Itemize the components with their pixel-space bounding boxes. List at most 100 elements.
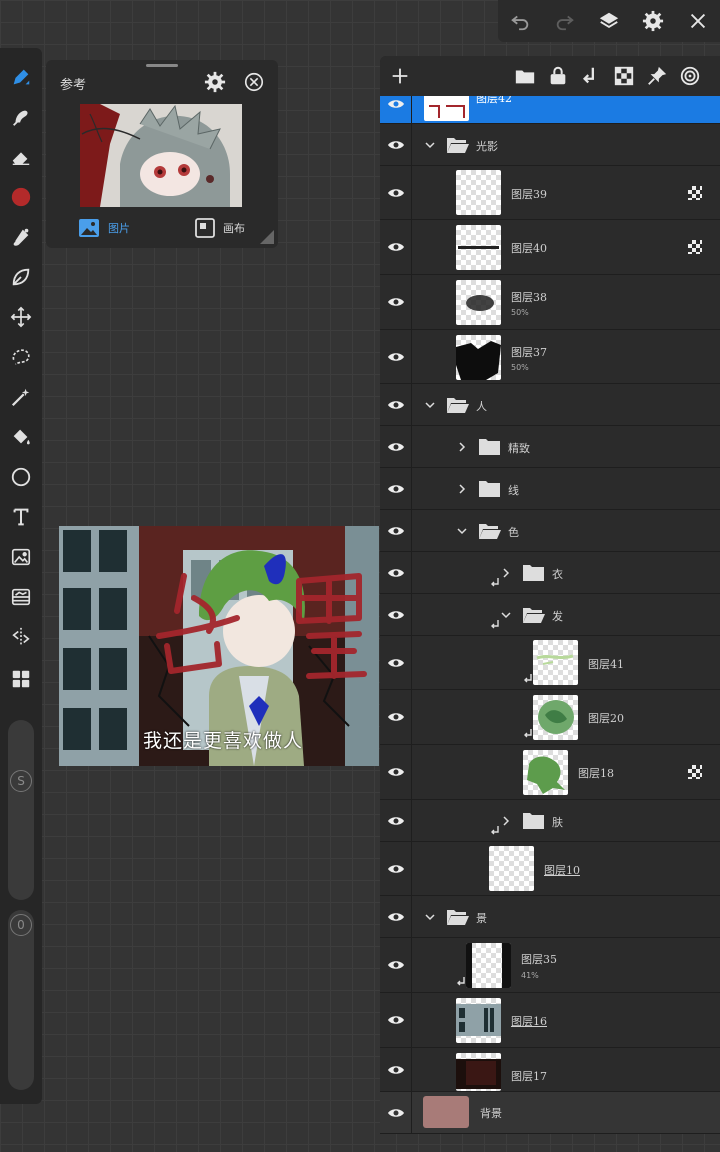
layer-row[interactable]: 图层35 41% [380,938,720,993]
layer-group-row[interactable]: 人 [380,384,720,426]
background-layer-row[interactable]: 背景 [380,1092,720,1134]
visibility-eye-icon[interactable] [380,896,412,937]
resize-handle-icon[interactable] [260,230,274,244]
clipping-arrow-icon [491,578,499,587]
visibility-eye-icon[interactable] [380,636,412,689]
layer-thumbnail [466,943,511,988]
chevron-down-icon[interactable] [424,399,436,411]
visibility-eye-icon[interactable] [380,842,412,895]
visibility-eye-icon[interactable] [380,468,412,509]
layer-row[interactable]: 图层38 50% [380,275,720,330]
shape-circle-icon[interactable] [6,462,36,492]
brush-tool-icon[interactable] [6,222,36,252]
lasso-tool-icon[interactable] [6,342,36,372]
layer-row[interactable]: 图层40 [380,220,720,275]
layer-row[interactable]: 图层16 [380,993,720,1048]
move-tool-icon[interactable] [6,302,36,332]
grid-icon[interactable] [6,664,36,694]
chevron-right-icon[interactable] [456,483,468,495]
close-icon[interactable] [683,6,713,36]
adjust-icon[interactable] [6,582,36,612]
visibility-eye-icon[interactable] [380,1048,412,1091]
alpha-lock-badge-icon [688,186,702,200]
visibility-eye-icon[interactable] [380,800,412,841]
visibility-eye-icon[interactable] [380,166,412,219]
text-tool-icon[interactable] [6,502,36,532]
layer-row[interactable]: 图层39 [380,166,720,220]
layers-icon[interactable] [594,6,624,36]
visibility-eye-icon[interactable] [380,330,412,383]
visibility-eye-icon[interactable] [380,124,412,165]
gear-icon[interactable] [638,6,668,36]
reference-settings-icon[interactable] [204,71,226,93]
opacity-knob[interactable]: 0 [10,914,32,936]
symmetry-icon[interactable] [6,622,36,652]
undo-icon[interactable] [505,6,535,36]
tab-image[interactable]: 图片 [46,208,162,248]
fill-tool-icon[interactable] [6,422,36,452]
magic-wand-icon[interactable] [6,382,36,412]
folder-icon[interactable] [514,65,536,87]
layer-group-row[interactable]: 肤 [380,800,720,842]
layer-row[interactable]: 图层18 [380,745,720,800]
liquify-tool-icon[interactable] [6,262,36,292]
chevron-down-icon[interactable] [456,525,468,537]
chevron-right-icon[interactable] [500,567,512,579]
canvas-artwork[interactable]: 我还是更喜欢做人 [59,526,379,766]
pen-tool-icon[interactable] [6,62,36,92]
pin-icon[interactable] [646,65,668,87]
brush-size-slider[interactable] [8,720,34,900]
color-swatch[interactable] [6,182,36,212]
visibility-eye-icon[interactable] [380,510,412,551]
import-image-icon[interactable] [6,542,36,572]
lock-icon[interactable] [547,65,569,87]
layer-group-row[interactable]: 衣 [380,552,720,594]
visibility-eye-icon[interactable] [380,426,412,467]
chevron-right-icon[interactable] [456,441,468,453]
layer-group-row[interactable]: 色 [380,510,720,552]
layer-group-row[interactable]: 线 [380,468,720,510]
visibility-eye-icon[interactable] [380,690,412,744]
reference-panel: 参考 图片 画布 [46,60,278,248]
eraser-tool-icon[interactable] [6,142,36,172]
visibility-eye-icon[interactable] [380,594,412,635]
layer-group-row[interactable]: 光影 [380,124,720,166]
chevron-right-icon[interactable] [500,815,512,827]
reference-close-icon[interactable] [243,71,265,93]
layer-group-row[interactable]: 景 [380,896,720,938]
add-layer-icon[interactable] [380,56,420,96]
visibility-eye-icon[interactable] [380,552,412,593]
alpha-lock-icon[interactable] [613,65,635,87]
smudge-tool-icon[interactable] [6,102,36,132]
visibility-eye-icon[interactable] [380,745,412,799]
layer-row[interactable]: 图层20 [380,690,720,745]
redo-icon[interactable] [550,6,580,36]
layer-group-row[interactable]: 精致 [380,426,720,468]
visibility-eye-icon[interactable] [380,220,412,274]
visibility-eye-icon[interactable] [380,384,412,425]
clipping-mask-icon[interactable] [580,65,602,87]
artwork-caption: 我还是更喜欢做人 [143,730,304,752]
visibility-eye-icon[interactable] [380,1092,412,1133]
layer-name: 线 [508,484,519,497]
layer-row[interactable]: 图层17 [380,1048,720,1092]
onion-skin-icon[interactable] [679,65,701,87]
layer-thumbnail [456,998,501,1043]
layer-group-row[interactable]: 发 [380,594,720,636]
background-color-swatch[interactable] [423,1096,469,1128]
folder-icon [523,565,544,581]
chevron-down-icon[interactable] [424,911,436,923]
brush-size-knob[interactable]: S [10,770,32,792]
opacity-slider[interactable] [8,910,34,1090]
layer-row[interactable]: 图层37 50% [380,330,720,384]
visibility-eye-icon[interactable] [380,993,412,1047]
layer-row[interactable]: 图层41 [380,636,720,690]
chevron-down-icon[interactable] [424,139,436,151]
layer-opacity: 50% [511,308,529,317]
layer-name: 图层35 [521,953,557,966]
visibility-eye-icon[interactable] [380,275,412,329]
layer-row[interactable]: 图层10 [380,842,720,896]
visibility-eye-icon[interactable] [380,938,412,992]
drag-handle[interactable] [146,64,178,67]
chevron-down-icon[interactable] [500,609,512,621]
